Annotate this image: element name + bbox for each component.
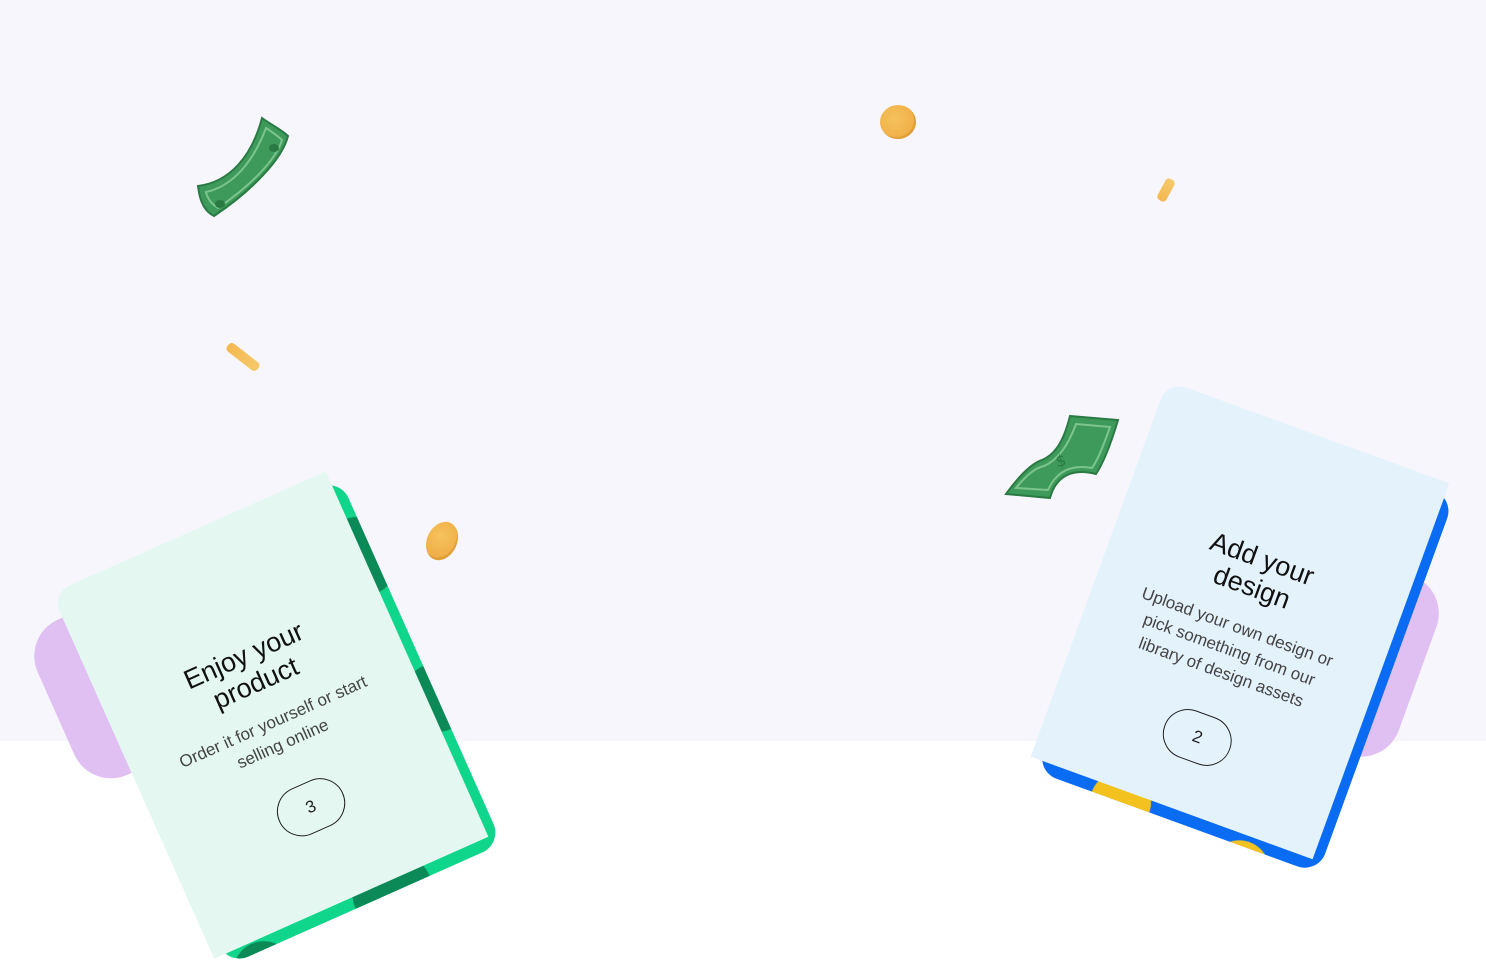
step-number-button[interactable]: 3 xyxy=(268,770,354,845)
coin-icon xyxy=(880,105,916,139)
money-bill-icon: $ xyxy=(1004,414,1120,500)
step-number-button[interactable]: 2 xyxy=(1155,701,1239,773)
money-bill-icon xyxy=(196,116,290,218)
